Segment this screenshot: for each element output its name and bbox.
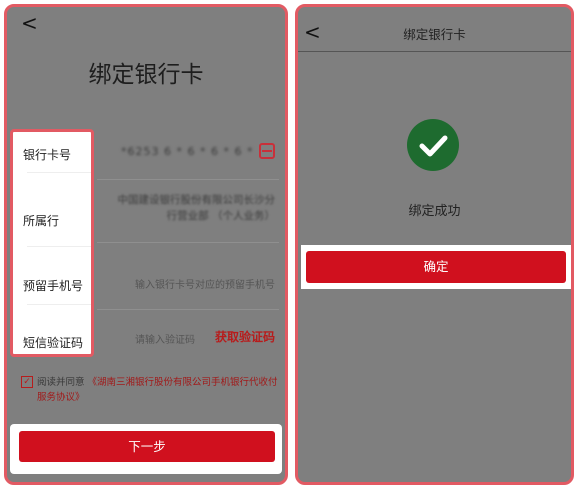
get-code-button[interactable]: 获取验证码 [215,328,275,345]
bank-name-row: 中国建设银行股份有限公司长沙分行营业部 （个人业务） [97,184,279,243]
success-check-icon [407,119,459,171]
success-message: 绑定成功 [408,204,461,219]
label-card-number: 银行卡号 [23,148,72,162]
back-icon[interactable]: < [21,13,38,33]
page-title: 绑定银行卡 [88,62,204,88]
agreement-prefix: 阅读并同意 [37,377,85,388]
label-divider [27,172,91,173]
header-divider [298,51,571,52]
label-bank: 所属行 [23,214,60,228]
sms-code-row[interactable]: 请输入验证码 获取验证码 [97,314,279,362]
label-divider [27,304,91,305]
bind-card-form-screen: < 绑定银行卡 *6253 6 * 6 * 6 * 6 * 5 3 中国建设银行… [4,4,288,485]
next-button-card: 下一步 [10,424,282,474]
label-divider [27,246,91,247]
next-step-button[interactable]: 下一步 [19,431,275,462]
scan-card-icon[interactable] [259,143,275,159]
phone-row[interactable]: 输入银行卡号对应的预留手机号 [97,259,279,310]
bind-success-screen: < 绑定银行卡 绑定成功 确定 [295,4,574,485]
label-phone: 预留手机号 [23,279,84,293]
confirm-button-card: 确定 [301,245,571,289]
agreement-checkbox[interactable]: ✓ [21,376,33,388]
page-title: 绑定银行卡 [403,27,466,42]
card-number-value: *6253 6 * 6 * 6 * 6 * 5 3 [121,145,255,158]
field-labels-card: 银行卡号 所属行 预留手机号 短信验证码 [10,129,94,357]
agreement-text: 阅读并同意 《湖南三湘银行股份有限公司手机银行代收付 服务协议》 [37,375,278,405]
agreement-link[interactable]: 《湖南三湘银行股份有限公司手机银行代收付 [88,377,278,388]
label-sms-code: 短信验证码 [23,336,84,350]
phone-input[interactable]: 输入银行卡号对应的预留手机号 [135,276,275,291]
card-number-row[interactable]: *6253 6 * 6 * 6 * 6 * 5 3 [97,129,279,180]
bank-name-value: 中国建设银行股份有限公司长沙分行营业部 （个人业务） [117,194,276,222]
agreement-link-cont[interactable]: 服务协议》 [37,392,85,403]
confirm-button[interactable]: 确定 [306,251,566,283]
sms-code-input[interactable]: 请输入验证码 [135,331,195,346]
